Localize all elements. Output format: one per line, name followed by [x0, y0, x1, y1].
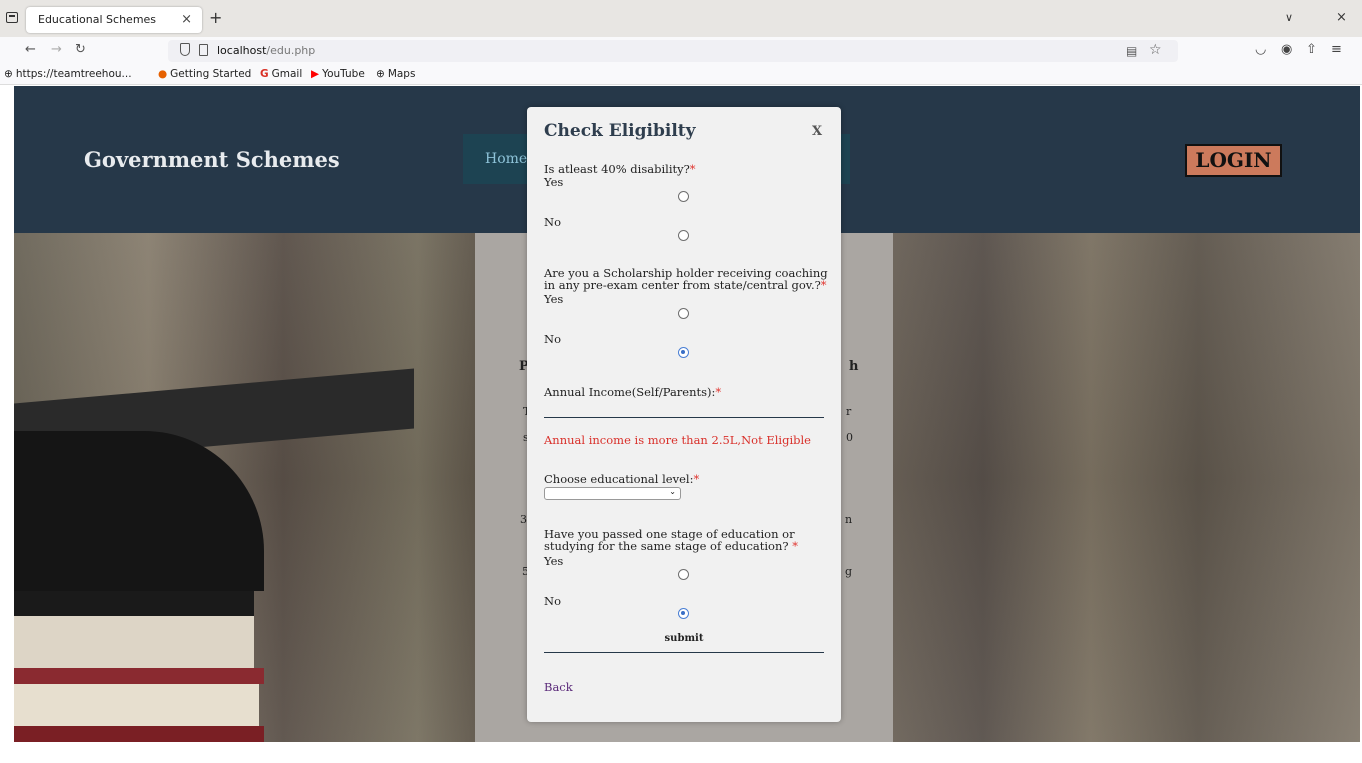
- bookmark-star-icon[interactable]: ☆: [1149, 42, 1162, 58]
- card-text-fragment: g: [845, 565, 853, 578]
- reader-view-icon[interactable]: ▤: [1126, 44, 1137, 58]
- chevron-down-icon: ⌄: [669, 487, 676, 496]
- question-text: Is atleast 40% disability?: [544, 162, 690, 176]
- yes-label: Yes: [544, 292, 564, 306]
- education-stage-no-radio[interactable]: [678, 608, 689, 619]
- card-text-fragment: n: [845, 513, 853, 526]
- bookmark-gmail[interactable]: G Gmail: [260, 68, 302, 80]
- close-tab-icon[interactable]: ×: [181, 12, 192, 27]
- book-stack: [14, 668, 264, 684]
- required-mark: *: [792, 539, 798, 553]
- no-label: No: [544, 594, 561, 608]
- income-input[interactable]: [544, 417, 824, 418]
- card-text-fragment: 3: [520, 513, 527, 526]
- book-stack: [14, 684, 259, 726]
- disability-no-radio[interactable]: [678, 230, 689, 241]
- question-text: Choose educational level:: [544, 472, 694, 486]
- bookmark-youtube[interactable]: ▶ YouTube: [311, 68, 365, 80]
- pocket-icon[interactable]: ◡: [1255, 42, 1266, 57]
- url-host: localhost: [217, 44, 267, 57]
- education-stage-yes-radio[interactable]: [678, 569, 689, 580]
- close-modal-button[interactable]: X: [812, 124, 822, 139]
- yes-label: Yes: [544, 175, 564, 189]
- forward-arrow-icon[interactable]: →: [51, 42, 62, 57]
- navigation-toolbar: ← → ↻ localhost/edu.php ▤ ☆ ◡ ◉ ⇧ ≡: [0, 37, 1362, 65]
- reload-icon[interactable]: ↻: [75, 42, 86, 57]
- edu-level-select[interactable]: ⌄: [544, 487, 681, 500]
- bookmark-label: YouTube: [322, 68, 365, 80]
- tab-bar: Educational Schemes × + ∨ ×: [0, 0, 1362, 37]
- tab-educational-schemes[interactable]: Educational Schemes ×: [26, 7, 202, 33]
- shield-icon[interactable]: [180, 43, 190, 56]
- login-button[interactable]: LOGIN: [1185, 144, 1282, 177]
- bookmark-label: Gmail: [271, 68, 303, 80]
- gmail-icon: G: [260, 68, 269, 80]
- no-label: No: [544, 332, 561, 346]
- income-label: Annual Income(Self/Parents):*: [544, 386, 721, 398]
- yes-label: Yes: [544, 554, 564, 568]
- address-bar[interactable]: localhost/edu.php ▤ ☆: [168, 40, 1178, 62]
- back-link[interactable]: Back: [544, 680, 573, 694]
- nav-home-link[interactable]: Home: [485, 151, 527, 167]
- book-stack: [14, 726, 264, 742]
- education-stage-question-label: Have you passed one stage of education o…: [544, 528, 798, 552]
- youtube-icon: ▶: [311, 68, 320, 80]
- scholarship-question-label: Are you a Scholarship holder receiving c…: [544, 267, 828, 291]
- bookmark-label: Maps: [387, 68, 416, 80]
- question-text: in any pre-exam center from state/centra…: [544, 278, 821, 292]
- card-text-fragment: 0: [846, 431, 853, 444]
- bookmarks-bar: ⊕ https://teamtreehou... ● Getting Started…: [0, 65, 1362, 85]
- url-path: /edu.php: [266, 44, 316, 57]
- globe-icon: ⊕: [376, 68, 385, 80]
- required-mark: *: [820, 278, 827, 292]
- page-icon[interactable]: [199, 44, 208, 56]
- site-title: Government Schemes: [84, 147, 340, 172]
- back-arrow-icon[interactable]: ←: [25, 42, 36, 57]
- url-text[interactable]: localhost/edu.php: [217, 44, 315, 57]
- card-text-fragment: r: [846, 405, 852, 418]
- chevron-down-icon[interactable]: ∨: [1285, 11, 1293, 24]
- tab-title: Educational Schemes: [38, 13, 157, 26]
- scholarship-no-radio[interactable]: [678, 347, 689, 358]
- required-mark: *: [689, 162, 696, 176]
- bookmark-maps[interactable]: ⊕ Maps: [376, 68, 415, 80]
- required-mark: *: [693, 472, 700, 486]
- scholarship-yes-radio[interactable]: [678, 308, 689, 319]
- submit-button[interactable]: submit: [544, 633, 824, 653]
- disability-yes-radio[interactable]: [678, 191, 689, 202]
- bookmark-label: https://teamtreehou...: [15, 68, 132, 80]
- disability-question-label: Is atleast 40% disability?*: [544, 163, 696, 175]
- required-mark: *: [715, 385, 722, 399]
- no-label: No: [544, 215, 561, 229]
- edu-level-label: Choose educational level:*: [544, 473, 699, 485]
- bookmark-label: Getting Started: [170, 68, 252, 80]
- bookmark-getting-started[interactable]: ● Getting Started: [158, 68, 251, 80]
- income-error-message: Annual income is more than 2.5L,Not Elig…: [544, 433, 811, 447]
- tab-list-icon[interactable]: [6, 12, 18, 23]
- book-stack: [14, 613, 254, 668]
- book-stack: [14, 591, 254, 613]
- new-tab-button[interactable]: +: [209, 8, 222, 27]
- card-heading-fragment: h: [849, 359, 859, 374]
- globe-icon: ⊕: [4, 68, 13, 80]
- question-text: Annual Income(Self/Parents):: [544, 385, 716, 399]
- extensions-icon[interactable]: ⇧: [1306, 42, 1317, 57]
- modal-title: Check Eligibilty: [544, 121, 696, 141]
- graduation-cap-dome: [14, 431, 264, 591]
- menu-icon[interactable]: ≡: [1331, 42, 1342, 57]
- account-icon[interactable]: ◉: [1281, 42, 1292, 57]
- window-close-icon[interactable]: ×: [1336, 10, 1347, 25]
- eligibility-modal: Check Eligibilty X Is atleast 40% disabi…: [527, 107, 841, 722]
- question-text: studying for the same stage of education…: [544, 539, 793, 553]
- bookmark-teamtreehouse[interactable]: ⊕ https://teamtreehou...: [4, 68, 132, 80]
- firefox-icon: ●: [158, 68, 168, 80]
